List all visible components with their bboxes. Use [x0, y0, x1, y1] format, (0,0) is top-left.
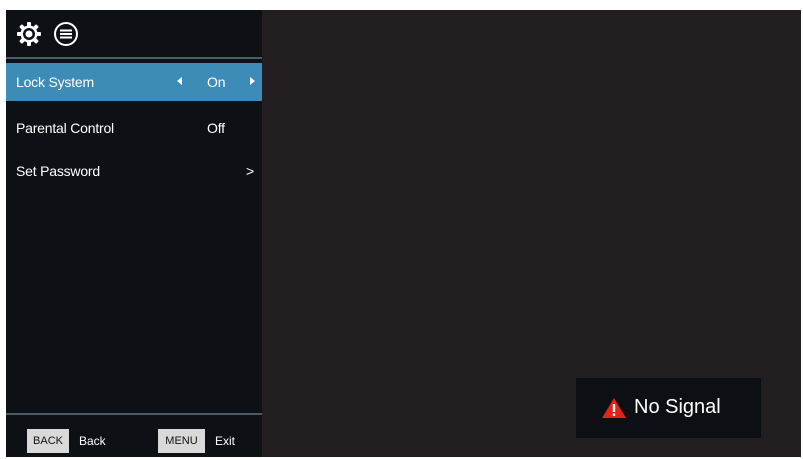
tv-screen: Lock System On Parental Control Off Set … — [6, 10, 801, 457]
arrow-right-icon[interactable] — [250, 77, 255, 85]
chevron-right-icon: > — [246, 163, 254, 179]
menu-item-value: Off — [207, 120, 225, 136]
menu-item-value: On — [207, 74, 226, 90]
gear-icon[interactable] — [16, 21, 42, 47]
list-icon[interactable] — [53, 21, 79, 47]
warning-icon — [602, 398, 626, 418]
no-signal-text: No Signal — [634, 396, 721, 418]
menu-key-label: Exit — [215, 434, 236, 448]
settings-menu-panel: Lock System On Parental Control Off Set … — [6, 10, 262, 457]
menu-item-parental-control[interactable]: Parental Control Off — [6, 109, 262, 147]
menu-item-set-password[interactable]: Set Password > — [6, 152, 262, 190]
menu-item-label: Parental Control — [16, 120, 114, 136]
arrow-left-icon[interactable] — [177, 77, 182, 85]
menu-item-label: Lock System — [16, 74, 94, 90]
back-key-label: Back — [79, 434, 106, 448]
no-signal-banner: No Signal — [576, 378, 761, 438]
footer-divider — [6, 413, 262, 415]
header-divider — [6, 57, 262, 59]
menu-key-badge[interactable]: MENU — [158, 429, 205, 453]
menu-header — [6, 10, 262, 56]
menu-item-label: Set Password — [16, 163, 100, 179]
back-key-badge[interactable]: BACK — [27, 429, 69, 453]
menu-item-lock-system[interactable]: Lock System On — [6, 63, 262, 101]
